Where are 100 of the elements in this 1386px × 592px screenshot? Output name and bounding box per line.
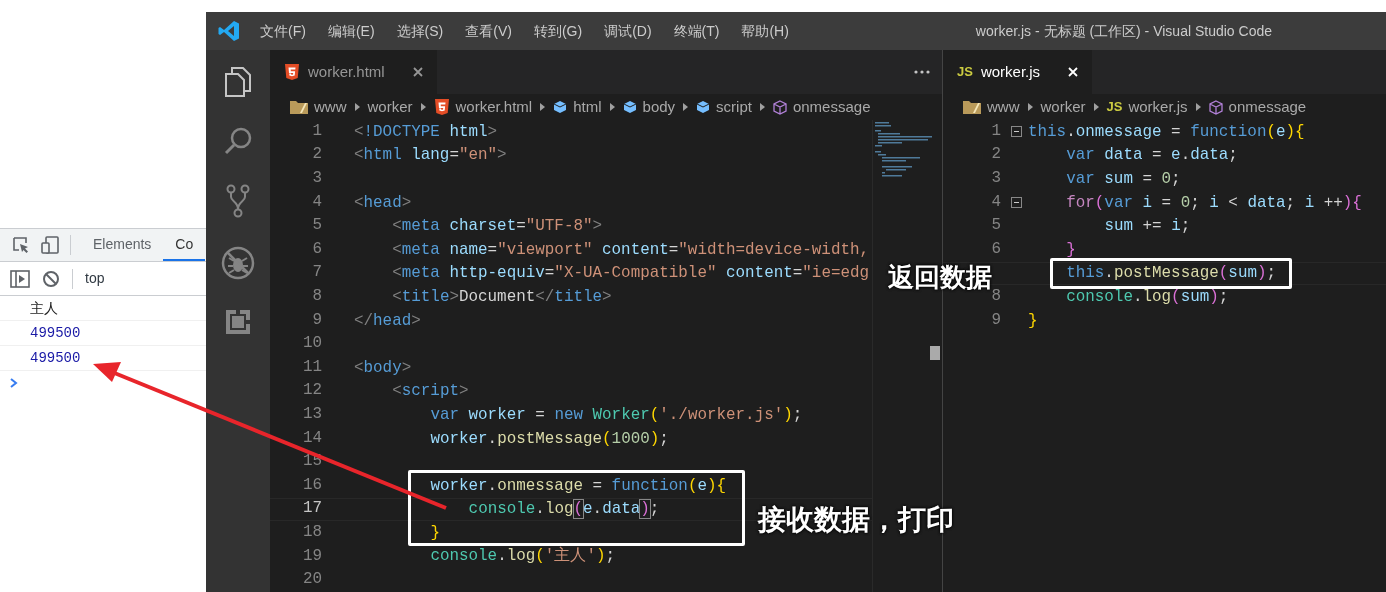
menu-item[interactable]: 编辑(E) — [327, 20, 375, 42]
line-number: 11 — [302, 357, 322, 376]
more-actions-icon[interactable] — [914, 70, 930, 74]
tab-label[interactable]: worker.html — [308, 60, 385, 84]
console-message: 499500 — [30, 348, 81, 368]
menu-item[interactable]: 转到(G) — [533, 20, 583, 42]
fold-icon[interactable] — [1011, 197, 1022, 209]
breadcrumb-item[interactable]: onmessage — [1228, 95, 1307, 119]
breadcrumb-item[interactable]: worker — [1040, 95, 1086, 119]
menu-item[interactable]: 选择(S) — [396, 20, 444, 42]
source-control-icon[interactable] — [225, 184, 251, 218]
chevron-icon — [609, 103, 615, 111]
chevron-icon — [540, 103, 546, 111]
code-line: <html lang="en"> — [354, 147, 507, 164]
line-number: 2 — [991, 145, 1001, 164]
line-number: 14 — [302, 428, 322, 447]
line-number: 5 — [991, 216, 1001, 235]
panel-tab[interactable]: Elements — [81, 229, 164, 261]
menu-item[interactable]: 调试(D) — [604, 20, 652, 42]
close-icon[interactable] — [412, 67, 423, 77]
breadcrumb-item[interactable]: body — [642, 95, 676, 119]
breadcrumb-item[interactable]: www — [314, 95, 347, 119]
files-icon[interactable] — [224, 66, 252, 98]
line-number: 2 — [312, 145, 322, 164]
cube-icon — [696, 100, 711, 114]
code-line: var data = e.data; — [1066, 147, 1238, 164]
breadcrumb-item[interactable]: www — [987, 95, 1020, 119]
app-logo-icon — [218, 20, 240, 42]
code-line: var sum = 0; — [1066, 171, 1181, 187]
cube-outline-icon — [1208, 99, 1223, 115]
code-line: for(var i = 0; i < data; i ++){ — [1066, 194, 1362, 211]
editor-tab[interactable]: JS worker.js — [943, 50, 1093, 94]
code-line: } — [1028, 312, 1038, 329]
chevron-icon — [1027, 103, 1033, 111]
breadcrumb-item[interactable]: html — [573, 95, 602, 119]
fold-icon[interactable] — [1011, 126, 1022, 138]
breadcrumb-item[interactable]: worker.js — [1128, 95, 1188, 119]
inspect-icon[interactable] — [12, 236, 30, 254]
line-number: 8 — [991, 287, 1001, 306]
device-icon[interactable] — [40, 235, 60, 255]
chevron-icon — [1093, 103, 1099, 111]
line-number: 10 — [302, 334, 322, 353]
code-line: worker.onmessage = function(e){ — [430, 477, 727, 494]
cube-icon — [622, 100, 637, 114]
code-line: <meta name="viewport" content="width=device-width, — [392, 241, 870, 258]
line-number: 8 — [312, 287, 322, 306]
breadcrumb-item[interactable]: onmessage — [792, 95, 871, 119]
code-line: } — [430, 524, 440, 541]
line-number: 19 — [302, 546, 322, 565]
prompt-icon — [10, 378, 18, 388]
line-number: 16 — [302, 475, 322, 494]
line-number: 9 — [312, 310, 322, 329]
tab-label[interactable]: worker.js — [980, 60, 1041, 84]
scrollbar-thumb[interactable] — [930, 346, 940, 360]
code-line: <!DOCTYPE html> — [354, 123, 498, 140]
code-line: <title>Document</title> — [392, 288, 612, 305]
menu-item[interactable]: 终端(T) — [673, 20, 720, 42]
code-line: console.log(e.data); — [468, 501, 660, 518]
console-message: 499500 — [30, 323, 81, 343]
html-file-icon — [433, 99, 450, 115]
breadcrumb-item[interactable]: worker — [367, 95, 413, 119]
line-number: 6 — [991, 239, 1001, 258]
breadcrumb-item[interactable]: worker.html — [455, 95, 533, 119]
line-number: 1 — [312, 121, 322, 140]
menu-item[interactable]: 文件(F) — [260, 20, 306, 42]
chevron-icon — [420, 103, 426, 111]
menu-item[interactable]: 查看(V) — [465, 20, 512, 42]
line-number: 5 — [312, 216, 322, 235]
line-number: 13 — [302, 405, 322, 423]
code-line: sum += i; — [1104, 218, 1191, 235]
code-line: console.log('主人'); — [430, 548, 616, 565]
line-number: 9 — [991, 310, 1001, 329]
chevron-icon — [1195, 103, 1201, 111]
breadcrumb-item[interactable]: script — [716, 95, 752, 119]
menu-item[interactable]: 帮助(H) — [741, 20, 789, 42]
code-line: <body> — [354, 359, 412, 376]
clear-console-icon[interactable] — [42, 269, 60, 288]
line-number: 3 — [991, 169, 1001, 188]
search-icon[interactable] — [223, 126, 253, 156]
debug-icon[interactable] — [221, 246, 255, 280]
line-number: 6 — [312, 239, 322, 258]
cube-outline-icon — [772, 99, 787, 115]
sidebar-toggle-icon[interactable] — [10, 269, 30, 288]
editor-tab[interactable]: worker.html — [270, 50, 437, 94]
file-type-label: JS — [1106, 98, 1123, 117]
chevron-icon — [759, 103, 765, 111]
line-number: 3 — [312, 169, 322, 188]
cube-icon — [553, 100, 568, 114]
code-line: this.postMessage(sum); — [1066, 265, 1277, 282]
code-line: <script> — [392, 383, 469, 400]
annotation-text: 接收数据，打印 — [758, 503, 954, 537]
line-number: 4 — [312, 192, 322, 211]
code-line: var worker = new Worker('./worker.js'); — [430, 406, 803, 423]
line-number: 18 — [302, 522, 322, 541]
console-message: 主人 — [30, 298, 58, 318]
code-line: </head> — [354, 312, 421, 329]
extensions-icon[interactable] — [224, 308, 252, 336]
code-line: <meta http-equiv="X-UA-Compatible" content="ie=edg — [392, 265, 870, 282]
html-file-icon — [284, 64, 300, 80]
context-selector[interactable]: top — [85, 268, 105, 289]
